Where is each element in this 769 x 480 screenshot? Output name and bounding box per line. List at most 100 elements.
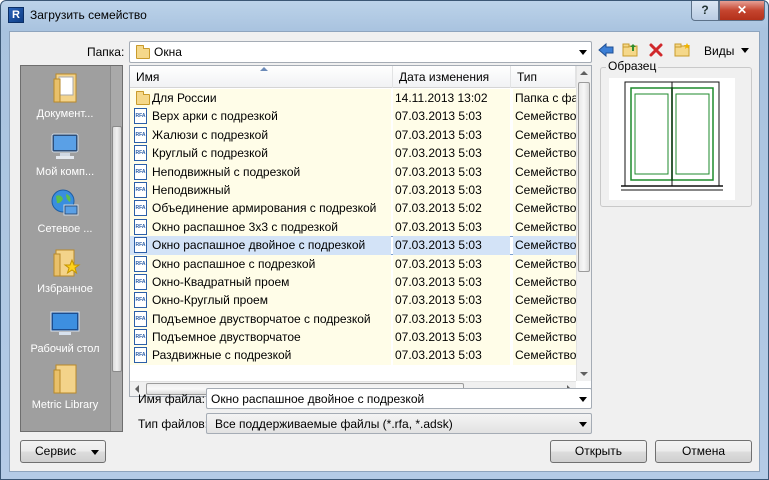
file-type-cell: Семейство bbox=[513, 162, 576, 181]
file-name-text: Подъемное двустворчатое с подрезкой bbox=[152, 311, 371, 326]
file-name-text: Объединение армирования с подрезкой bbox=[152, 201, 377, 216]
scroll-up-icon[interactable] bbox=[580, 71, 588, 75]
column-header-name[interactable]: Имя bbox=[130, 66, 393, 88]
dialog-body: Папка: Окна Виды Документ... Мой комп...… bbox=[9, 31, 760, 472]
file-type-cell: Семейство bbox=[513, 144, 576, 163]
file-name-text: Окно распашное 3х3 с подрезкой bbox=[152, 219, 338, 234]
file-row[interactable]: RFA Раздвижные с подрезкой 07.03.2013 5:03… bbox=[130, 346, 576, 365]
file-date-cell: 07.03.2013 5:03 bbox=[393, 107, 510, 126]
filename-input[interactable]: Окно распашное двойное с подрезкой bbox=[206, 388, 592, 409]
file-name-cell: RFA Объединение армирования с подрезкой bbox=[130, 199, 391, 218]
file-type-cell: Семейство bbox=[513, 309, 576, 329]
column-header-date[interactable]: Дата изменения bbox=[393, 66, 511, 88]
place-network[interactable]: Сетевое ... bbox=[21, 186, 109, 235]
place-metric-library[interactable]: Metric Library bbox=[21, 362, 109, 411]
places-bar: Документ... Мой комп... Сетевое ... Избр… bbox=[20, 65, 123, 432]
place-label: Избранное bbox=[37, 283, 93, 295]
file-row[interactable]: RFA Верх арки с подрезкой 07.03.2013 5:03 С… bbox=[130, 107, 576, 126]
file-row[interactable]: RFA Окно-Круглый проем 07.03.2013 5:03 Семе… bbox=[130, 291, 576, 310]
file-date-cell: 07.03.2013 5:03 bbox=[393, 328, 510, 347]
file-row[interactable]: RFA Окно распашное двойное с подрезкой 07.… bbox=[130, 236, 576, 255]
file-type-cell: Семейство bbox=[513, 107, 576, 126]
file-date-cell: 07.03.2013 5:03 bbox=[393, 309, 510, 329]
rfa-file-icon: RFA bbox=[134, 273, 147, 290]
rfa-file-icon: RFA bbox=[134, 145, 147, 162]
open-button[interactable]: Открыть bbox=[550, 440, 647, 463]
views-chevron-down-icon[interactable] bbox=[741, 48, 749, 53]
folder-icon bbox=[136, 45, 150, 59]
preview-group bbox=[600, 67, 752, 207]
file-date-cell: 07.03.2013 5:03 bbox=[393, 236, 510, 255]
place-label: Рабочий стол bbox=[30, 343, 100, 355]
file-name-text: Неподвижный bbox=[152, 182, 231, 197]
file-date-cell: 14.11.2013 13:02 bbox=[393, 89, 510, 108]
title-bar: R Загрузить семейство ? ✕ bbox=[1, 1, 768, 31]
sort-ascending-icon bbox=[260, 67, 268, 71]
file-type-cell: Семейство bbox=[513, 254, 576, 273]
file-row[interactable]: RFA Подъемное двустворчатое с подрезкой 07… bbox=[130, 309, 576, 329]
file-name-cell: RFA Подъемное двустворчатое с подрезкой bbox=[130, 309, 391, 329]
file-row[interactable]: RFA Неподвижный с подрезкой 07.03.2013 5:0… bbox=[130, 162, 576, 181]
place-favorites[interactable]: Избранное bbox=[21, 246, 109, 295]
filename-label: Имя файла: bbox=[138, 392, 205, 406]
rfa-file-icon: RFA bbox=[134, 310, 147, 327]
filename-value: Окно распашное двойное с подрезкой bbox=[211, 392, 425, 406]
window-preview-image bbox=[609, 78, 735, 200]
views-menu-button[interactable]: Виды bbox=[704, 44, 734, 58]
file-name-text: Окно распашное с подрезкой bbox=[152, 256, 316, 271]
places-scrollbar[interactable] bbox=[110, 66, 122, 431]
load-family-dialog: R Загрузить семейство ? ✕ Папка: Окна Ви… bbox=[0, 0, 769, 480]
place-documents[interactable]: Документ... bbox=[21, 71, 109, 120]
favorites-icon bbox=[48, 246, 82, 280]
file-row[interactable]: RFA Окно распашное с подрезкой 07.03.2013 … bbox=[130, 254, 576, 273]
file-date-cell: 07.03.2013 5:03 bbox=[393, 272, 510, 292]
scroll-down-icon[interactable] bbox=[580, 372, 588, 376]
network-icon bbox=[48, 186, 82, 220]
file-list-vertical-scrollbar[interactable] bbox=[576, 66, 591, 381]
column-header-type[interactable]: Тип bbox=[511, 66, 576, 88]
file-row[interactable]: Для России 14.11.2013 13:02 Папка с фа bbox=[130, 89, 576, 108]
file-date-cell: 07.03.2013 5:03 bbox=[393, 254, 510, 273]
file-list[interactable]: Имя Дата изменения Тип Для России 14.11.2… bbox=[129, 65, 592, 397]
file-name-cell: RFA Подъемное двустворчатое bbox=[130, 328, 391, 347]
new-folder-icon[interactable] bbox=[674, 42, 692, 62]
preview-label: Образец bbox=[606, 59, 659, 73]
place-desktop[interactable]: Рабочий стол bbox=[21, 306, 109, 355]
place-label: Metric Library bbox=[31, 399, 99, 411]
file-name-cell: RFA Окно распашное двойное с подрезкой bbox=[130, 236, 391, 255]
vertical-scrollbar-thumb[interactable] bbox=[578, 82, 590, 272]
file-row[interactable]: RFA Объединение армирования с подрезкой 07… bbox=[130, 199, 576, 218]
places-scrollbar-thumb[interactable] bbox=[112, 126, 122, 372]
file-row[interactable]: RFA Окно распашное 3х3 с подрезкой 07.03.2… bbox=[130, 217, 576, 237]
file-name-text: Жалюзи с подрезкой bbox=[152, 127, 269, 142]
cancel-button[interactable]: Отмена bbox=[655, 440, 752, 463]
window-title: Загрузить семейство bbox=[30, 8, 147, 22]
help-button[interactable]: ? bbox=[691, 1, 719, 21]
service-button[interactable]: Сервис bbox=[20, 440, 106, 463]
file-type-cell: Семейство bbox=[513, 199, 576, 218]
file-row[interactable]: RFA Окно-Квадратный проем 07.03.2013 5:03 С… bbox=[130, 272, 576, 292]
file-date-cell: 07.03.2013 5:03 bbox=[393, 346, 510, 365]
file-row[interactable]: RFA Жалюзи с подрезкой 07.03.2013 5:03 Семе… bbox=[130, 125, 576, 145]
file-row[interactable]: RFA Неподвижный 07.03.2013 5:03 Семейство bbox=[130, 180, 576, 200]
place-label: Сетевое ... bbox=[37, 223, 93, 235]
file-row[interactable]: RFA Подъемное двустворчатое 07.03.2013 5:0… bbox=[130, 328, 576, 347]
file-name-cell: RFA Неподвижный bbox=[130, 180, 391, 200]
file-name-cell: RFA Окно распашное 3х3 с подрезкой bbox=[130, 217, 391, 237]
file-type-cell: Семейство bbox=[513, 328, 576, 347]
rfa-file-icon: RFA bbox=[134, 347, 147, 364]
file-date-cell: 07.03.2013 5:03 bbox=[393, 291, 510, 310]
close-button[interactable]: ✕ bbox=[719, 1, 765, 21]
chevron-down-icon[interactable] bbox=[579, 396, 587, 402]
file-date-cell: 07.03.2013 5:03 bbox=[393, 144, 510, 163]
file-row[interactable]: RFA Круглый с подрезкой 07.03.2013 5:03 Сем… bbox=[130, 144, 576, 163]
place-computer[interactable]: Мой комп... bbox=[21, 129, 109, 178]
folder-combo[interactable]: Окна bbox=[129, 41, 592, 63]
filetype-select[interactable]: Все поддерживаемые файлы (*.rfa, *.adsk) bbox=[206, 413, 592, 434]
file-name-text: Окно распашное двойное с подрезкой bbox=[152, 238, 366, 253]
file-name-text: Подъемное двустворчатое bbox=[152, 330, 301, 345]
file-type-cell: Семейство bbox=[513, 180, 576, 200]
file-name-text: Раздвижные с подрезкой bbox=[152, 348, 292, 363]
file-name-cell: RFA Неподвижный с подрезкой bbox=[130, 162, 391, 181]
file-name-text: Окно-Квадратный проем bbox=[152, 274, 290, 289]
